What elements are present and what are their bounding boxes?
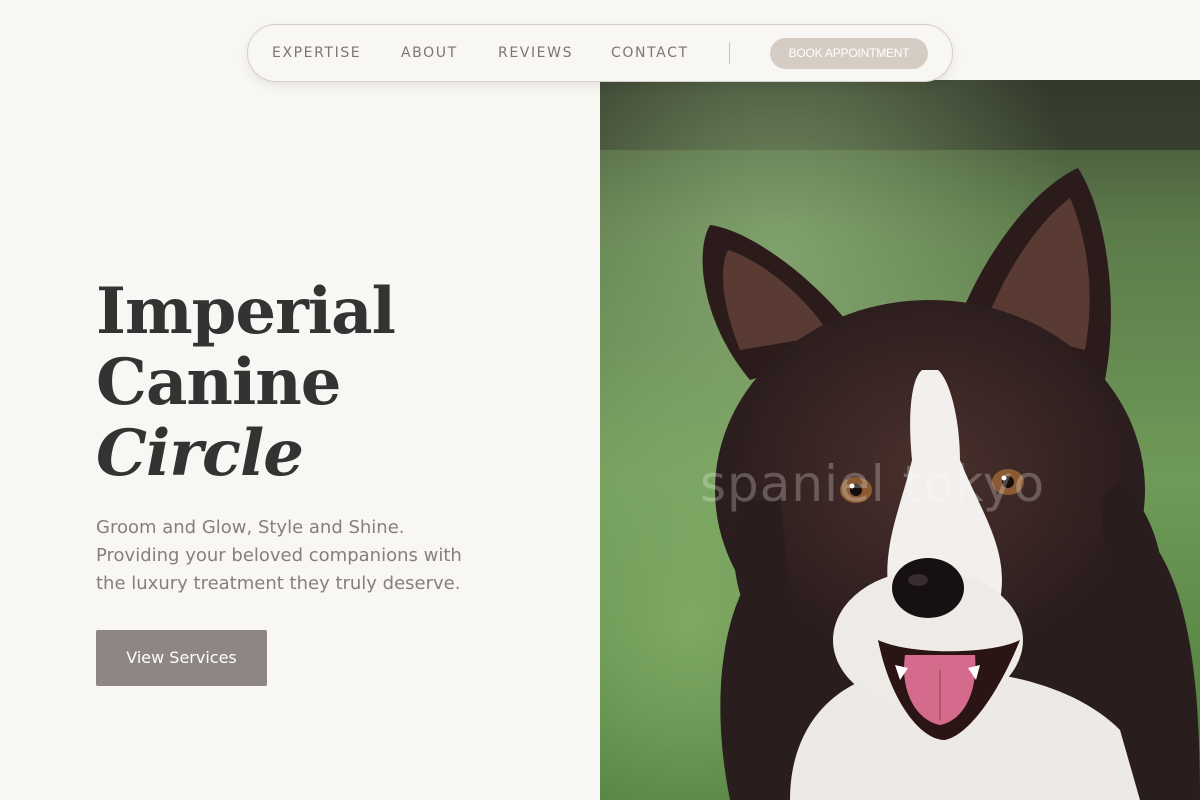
hero-dog-photo: spaniel tokyo xyxy=(600,80,1200,800)
nav-link-expertise[interactable]: EXPERTISE xyxy=(272,25,361,81)
nav-link-contact[interactable]: CONTACT xyxy=(611,25,689,81)
nav-divider xyxy=(729,42,730,64)
hero-subtitle-line-1: Groom and Glow, Style and Shine. xyxy=(96,517,405,538)
hero-subtitle-line-3: the luxury treatment they truly deserve. xyxy=(96,573,461,594)
dog-illustration xyxy=(600,80,1200,800)
hero-title: Imperial Canine Circle xyxy=(96,274,396,491)
hero-subtitle: Groom and Glow, Style and Shine. Providi… xyxy=(96,514,496,598)
hero-title-line-2: Canine xyxy=(96,345,341,420)
hero-title-line-3: Circle xyxy=(96,416,304,491)
nav-link-about[interactable]: ABOUT xyxy=(401,25,458,81)
book-appointment-button[interactable]: BOOK APPOINTMENT xyxy=(770,38,928,69)
hero-title-line-1: Imperial xyxy=(96,274,396,349)
nav-link-reviews[interactable]: REVIEWS xyxy=(498,25,573,81)
top-nav: EXPERTISE ABOUT REVIEWS CONTACT BOOK APP… xyxy=(247,24,953,82)
hero-subtitle-line-2: Providing your beloved companions with xyxy=(96,545,462,566)
photo-watermark: spaniel tokyo xyxy=(700,455,1046,513)
view-services-button[interactable]: View Services xyxy=(96,630,267,686)
